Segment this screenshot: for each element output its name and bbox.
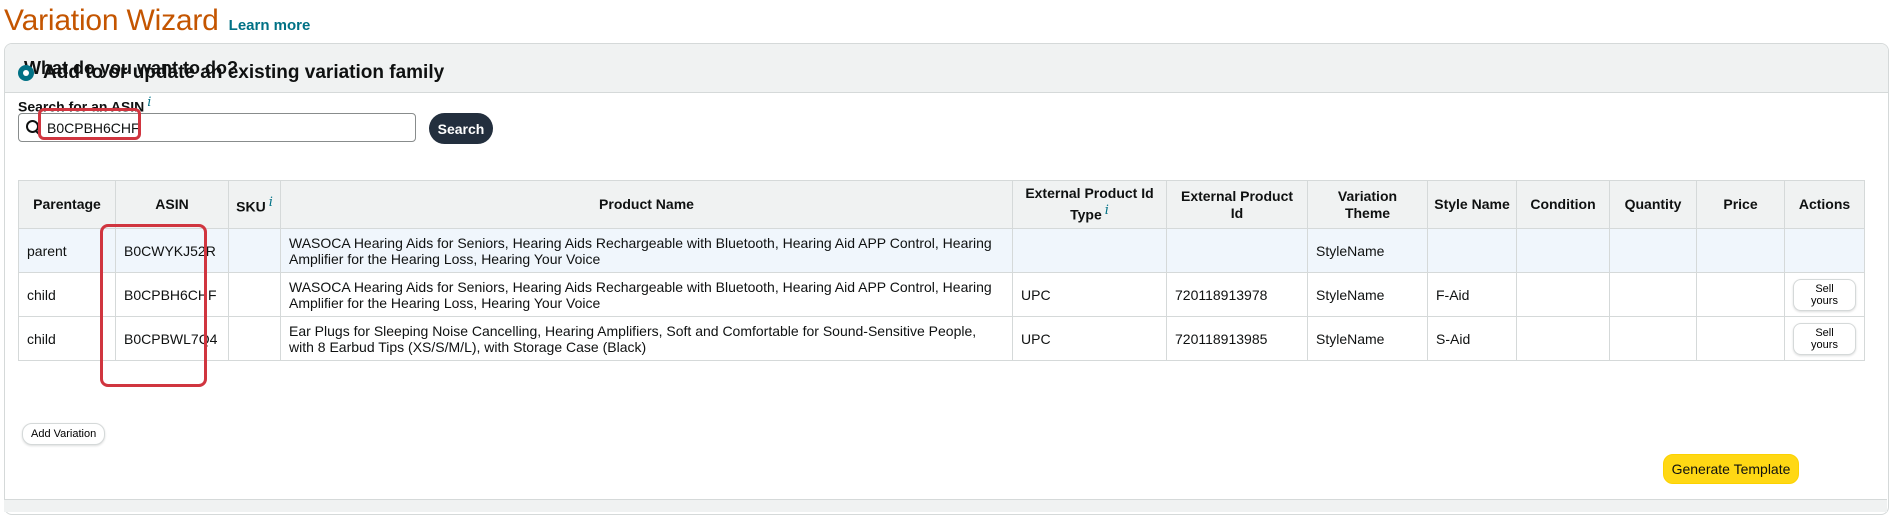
asin-search-input[interactable] [43, 117, 411, 138]
sell-yours-button[interactable]: Sell yours [1793, 322, 1856, 355]
cell-ext-id-type: UPC [1012, 316, 1167, 361]
cell-ext-id: 720118913978 [1166, 272, 1308, 317]
header-sku-label: SKU [236, 198, 266, 215]
add-variation-button[interactable]: Add Variation [22, 423, 106, 445]
cell-actions: Sell yours [1784, 316, 1865, 361]
radio-dot-icon [23, 70, 29, 76]
cell-ext-id: 720118913985 [1166, 316, 1308, 361]
header-sku: SKU i [228, 180, 281, 229]
table-row: parent B0CWYKJ52R WASOCA Hearing Aids fo… [18, 228, 1865, 273]
cell-price [1696, 316, 1785, 361]
table-header-row: Parentage ASIN SKU i Product Name Externa… [18, 180, 1865, 229]
cell-quantity [1609, 316, 1697, 361]
header-product-name: Product Name [280, 180, 1013, 229]
learn-more-link[interactable]: Learn more [229, 17, 311, 34]
cell-parentage: child [18, 316, 116, 361]
header-variation-theme: Variation Theme [1307, 180, 1428, 229]
cell-price [1696, 272, 1785, 317]
panel-footer-bar [4, 499, 1887, 512]
cell-actions: Sell yours [1784, 272, 1865, 317]
cell-style-name [1427, 228, 1517, 273]
cell-product-name: WASOCA Hearing Aids for Seniors, Hearing… [280, 272, 1013, 317]
cell-sku [228, 228, 281, 273]
table-row: child B0CPBWL7Q4 Ear Plugs for Sleeping … [18, 316, 1865, 361]
cell-sku [228, 272, 281, 317]
sku-info-icon[interactable]: i [269, 195, 273, 210]
search-box[interactable] [18, 113, 416, 142]
variation-table-wrap: Parentage ASIN SKU i Product Name Externa… [18, 180, 1865, 361]
header-ext-id: External Product Id [1166, 180, 1308, 229]
header-quantity: Quantity [1609, 180, 1697, 229]
sell-yours-button[interactable]: Sell yours [1793, 278, 1856, 311]
header-ext-id-type: External Product Id Type i [1012, 180, 1167, 229]
search-button[interactable]: Search [429, 113, 493, 144]
header-condition: Condition [1516, 180, 1610, 229]
cell-sku [228, 316, 281, 361]
cell-variation-theme: StyleName [1307, 272, 1428, 317]
option-existing-family[interactable]: Add to or update an existing variation f… [18, 62, 444, 84]
header-asin: ASIN [115, 180, 229, 229]
cell-ext-id [1166, 228, 1308, 273]
header-ext-id-type-label: External Product Id Type [1025, 185, 1154, 223]
cell-style-name: S-Aid [1427, 316, 1517, 361]
cell-price [1696, 228, 1785, 273]
radio-selected-icon[interactable] [18, 65, 34, 81]
cell-variation-theme: StyleName [1307, 228, 1428, 273]
variation-table: Parentage ASIN SKU i Product Name Externa… [18, 180, 1865, 361]
cell-parentage: parent [18, 228, 116, 273]
cell-condition [1516, 272, 1610, 317]
cell-condition [1516, 316, 1610, 361]
title-row: Variation Wizard Learn more [4, 4, 310, 38]
cell-ext-id-type: UPC [1012, 272, 1167, 317]
header-parentage: Parentage [18, 180, 116, 229]
page-title: Variation Wizard [4, 4, 219, 37]
header-style-name: Style Name [1427, 180, 1517, 229]
cell-product-name: WASOCA Hearing Aids for Seniors, Hearing… [280, 228, 1013, 273]
cell-asin: B0CPBH6CHF [115, 272, 229, 317]
cell-quantity [1609, 272, 1697, 317]
cell-product-name: Ear Plugs for Sleeping Noise Cancelling,… [280, 316, 1013, 361]
cell-style-name: F-Aid [1427, 272, 1517, 317]
search-icon [26, 120, 39, 133]
cell-condition [1516, 228, 1610, 273]
search-info-icon[interactable]: i [147, 95, 151, 110]
cell-variation-theme: StyleName [1307, 316, 1428, 361]
search-label: Search for an ASIN i [18, 95, 151, 115]
generate-template-button[interactable]: Generate Template [1663, 454, 1799, 484]
cell-asin: B0CPBWL7Q4 [115, 316, 229, 361]
cell-actions [1784, 228, 1865, 273]
cell-quantity [1609, 228, 1697, 273]
table-row: child B0CPBH6CHF WASOCA Hearing Aids for… [18, 272, 1865, 317]
header-actions: Actions [1784, 180, 1865, 229]
cell-parentage: child [18, 272, 116, 317]
option-label: Add to or update an existing variation f… [43, 62, 445, 83]
ext-id-type-info-icon[interactable]: i [1105, 203, 1109, 218]
cell-asin: B0CWYKJ52R [115, 228, 229, 273]
cell-ext-id-type [1012, 228, 1167, 273]
header-price: Price [1696, 180, 1785, 229]
